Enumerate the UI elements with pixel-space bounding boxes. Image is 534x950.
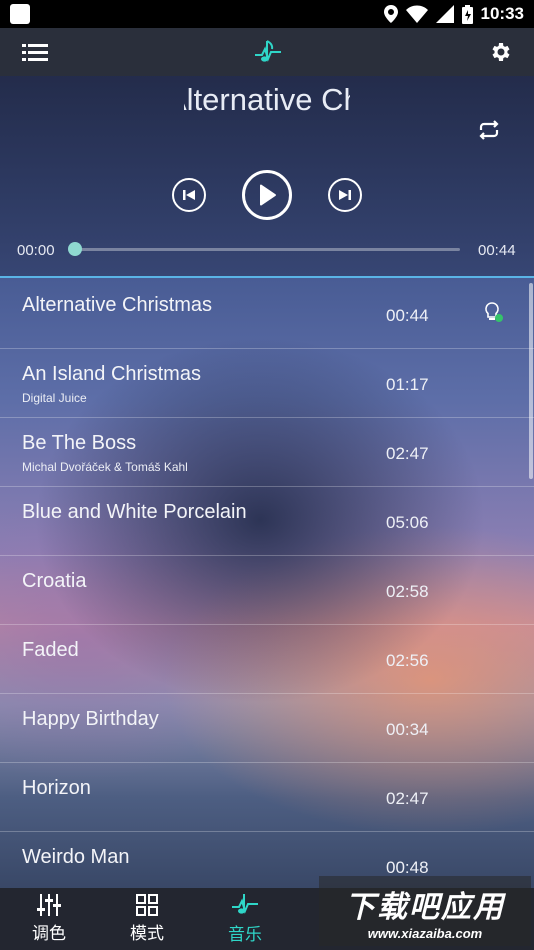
battery-icon	[461, 4, 473, 24]
current-time: 00:00	[17, 242, 55, 259]
watermark: 下载吧应用 www.xiazaiba.com	[319, 876, 531, 946]
list-scrollbar[interactable]	[529, 283, 533, 479]
tab-mode[interactable]: 模式	[98, 888, 196, 950]
song-title: Alternative Christmas	[22, 294, 213, 316]
app-header	[0, 28, 534, 76]
song-duration: 00:34	[386, 720, 429, 739]
player-panel: Alternative Christmas 00:00 00:44	[0, 76, 534, 278]
song-title: An Island Christmas	[22, 363, 201, 385]
music-note-icon	[232, 894, 258, 914]
song-row[interactable]: Happy Birthday 00:34	[0, 694, 534, 763]
song-title: Weirdo Man	[22, 846, 130, 868]
song-title: Blue and White Porcelain	[22, 501, 247, 523]
now-playing-title-text: Alternative Christmas	[184, 82, 350, 117]
now-playing-bulb-icon	[485, 302, 503, 322]
skip-previous-icon	[183, 190, 195, 200]
gear-icon[interactable]	[488, 40, 512, 64]
wifi-icon	[405, 5, 428, 23]
location-icon	[383, 5, 398, 23]
song-title: Horizon	[22, 777, 91, 799]
seek-bar[interactable]	[74, 248, 460, 251]
tab-music[interactable]: 音乐	[196, 888, 294, 950]
tab-label: 调色	[32, 924, 66, 943]
tab-tone[interactable]: 调色	[0, 888, 98, 950]
song-duration: 02:47	[386, 444, 429, 463]
song-duration: 00:48	[386, 858, 429, 877]
watermark-url: www.xiazaiba.com	[367, 925, 483, 941]
song-list: Alternative Christmas 00:44 An Island Ch…	[0, 280, 534, 888]
song-row[interactable]: Blue and White Porcelain 05:06	[0, 487, 534, 556]
song-artist: Digital Juice	[22, 391, 87, 405]
song-duration: 00:44	[386, 306, 429, 325]
song-duration: 02:47	[386, 789, 429, 808]
equalizer-icon	[37, 894, 61, 916]
song-duration: 02:58	[386, 582, 429, 601]
song-title: Faded	[22, 639, 79, 661]
music-note-icon	[255, 40, 281, 62]
song-duration: 02:56	[386, 651, 429, 670]
repeat-icon[interactable]	[477, 120, 501, 140]
watermark-text: 下载吧应用	[345, 890, 505, 924]
song-title: Happy Birthday	[22, 708, 159, 730]
total-time: 00:44	[478, 242, 516, 259]
song-duration: 05:06	[386, 513, 429, 532]
seek-thumb[interactable]	[68, 242, 82, 256]
tab-label: 模式	[130, 924, 164, 943]
tab-label: 音乐	[228, 925, 262, 944]
menu-icon[interactable]	[22, 42, 48, 62]
previous-button[interactable]	[172, 178, 206, 212]
notification-app-icon	[10, 4, 30, 24]
song-duration: 01:17	[386, 375, 429, 394]
song-row[interactable]: Faded 02:56	[0, 625, 534, 694]
song-row[interactable]: Horizon 02:47	[0, 763, 534, 832]
status-bar: 10:33	[0, 0, 534, 28]
song-title: Be The Boss	[22, 432, 137, 454]
song-row[interactable]: Be The Boss Michal Dvořáček & Tomáš Kahl…	[0, 418, 534, 487]
song-title: Croatia	[22, 570, 87, 592]
song-row[interactable]: An Island Christmas Digital Juice 01:17	[0, 349, 534, 418]
play-icon	[259, 184, 276, 206]
song-row[interactable]: Croatia 02:58	[0, 556, 534, 625]
skip-next-icon	[339, 190, 351, 200]
grid-icon	[136, 894, 158, 916]
status-time: 10:33	[480, 4, 524, 23]
song-artist: Michal Dvořáček & Tomáš Kahl	[22, 460, 188, 474]
now-playing-title: Alternative Christmas	[184, 82, 350, 126]
cellular-icon	[435, 5, 454, 23]
play-button[interactable]	[242, 170, 292, 220]
next-button[interactable]	[328, 178, 362, 212]
song-row[interactable]: Alternative Christmas 00:44	[0, 280, 534, 349]
